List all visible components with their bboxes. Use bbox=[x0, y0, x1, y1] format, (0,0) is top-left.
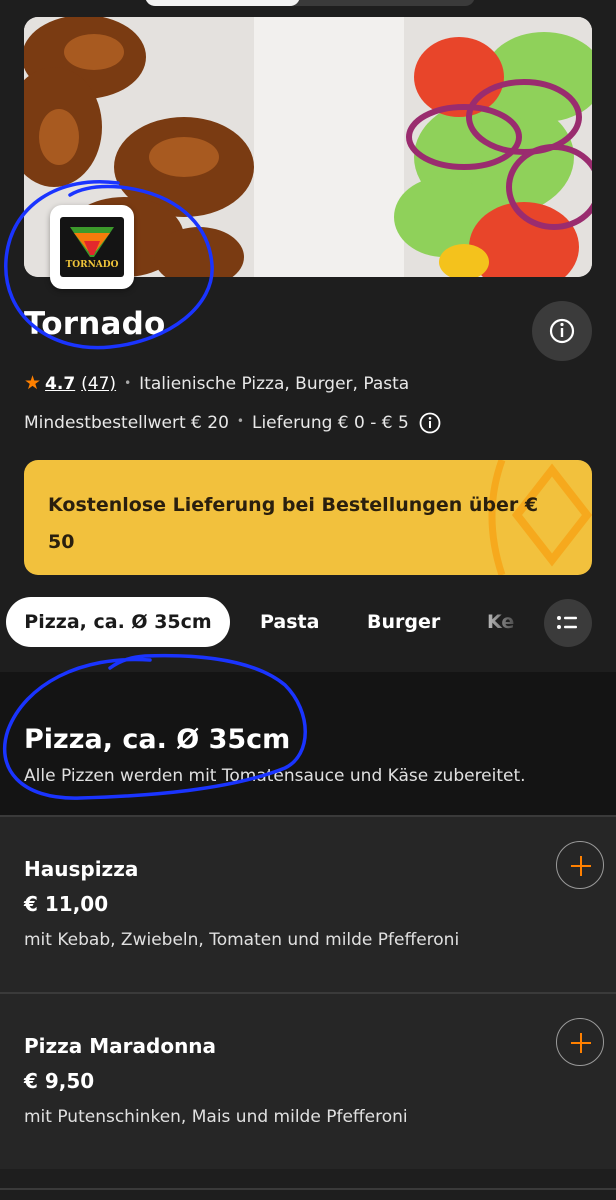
section-description: Alle Pizzen werden mit Tomatensauce und … bbox=[24, 766, 526, 786]
category-list-button[interactable] bbox=[544, 599, 592, 647]
delivery-info-line: Mindestbestellwert € 20 • Lieferung € 0 - … bbox=[24, 412, 441, 434]
add-item-button[interactable] bbox=[556, 1018, 604, 1066]
add-item-button[interactable] bbox=[556, 841, 604, 889]
item-name: Hauspizza bbox=[24, 857, 139, 881]
separator-dot: • bbox=[236, 414, 244, 428]
item-price: € 9,50 bbox=[24, 1069, 95, 1093]
menu-item[interactable]: Hauspizza € 11,00 mit Kebab, Zwiebeln, T… bbox=[0, 815, 616, 992]
tab-pizza[interactable]: Pizza, ca. Ø 35cm bbox=[6, 597, 230, 647]
delivery-fee: Lieferung € 0 - € 5 bbox=[251, 413, 409, 433]
rating-value[interactable]: 4.7 bbox=[45, 374, 75, 394]
list-icon bbox=[557, 616, 577, 629]
item-description: mit Putenschinken, Mais und milde Pfeffe… bbox=[24, 1107, 408, 1127]
plus-icon bbox=[571, 856, 591, 876]
tabs-fade bbox=[470, 597, 550, 647]
restaurant-logo: TORNADO bbox=[50, 205, 134, 289]
logo-text: TORNADO bbox=[65, 260, 119, 270]
separator-dot: • bbox=[124, 376, 132, 390]
star-icon: ★ bbox=[24, 372, 42, 394]
category-tabs: Pizza, ca. Ø 35cm Pasta Burger Ke bbox=[0, 597, 616, 649]
top-segment-active[interactable] bbox=[145, 0, 300, 6]
item-description: mit Kebab, Zwiebeln, Tomaten und milde P… bbox=[24, 930, 460, 950]
info-button[interactable] bbox=[532, 301, 592, 361]
plus-icon bbox=[571, 1033, 591, 1053]
free-delivery-banner: Kostenlose Lieferung bei Bestellungen üb… bbox=[24, 460, 592, 575]
tab-burger[interactable]: Burger bbox=[367, 597, 440, 647]
top-segment-control[interactable] bbox=[145, 0, 475, 6]
menu-item[interactable]: Pizza Maradonna € 9,50 mit Putenschinken… bbox=[0, 992, 616, 1169]
rating-line: ★ 4.7 (47) • Italienische Pizza, Burger, Pas… bbox=[24, 372, 409, 394]
category-section-header: Pizza, ca. Ø 35cm Alle Pizzen werden mit… bbox=[0, 672, 616, 816]
next-item-edge bbox=[0, 1188, 616, 1200]
cuisine-list: Italienische Pizza, Burger, Pasta bbox=[139, 374, 410, 394]
review-count[interactable]: (47) bbox=[81, 374, 116, 394]
section-title: Pizza, ca. Ø 35cm bbox=[24, 724, 291, 755]
banner-text: Kostenlose Lieferung bei Bestellungen üb… bbox=[48, 494, 539, 553]
min-order-value: Mindestbestellwert € 20 bbox=[24, 413, 229, 433]
tab-pasta[interactable]: Pasta bbox=[260, 597, 319, 647]
item-name: Pizza Maradonna bbox=[24, 1034, 217, 1058]
restaurant-title: Tornado bbox=[24, 306, 166, 342]
info-icon bbox=[549, 318, 575, 344]
delivery-info-icon[interactable] bbox=[419, 412, 441, 434]
item-price: € 11,00 bbox=[24, 892, 109, 916]
